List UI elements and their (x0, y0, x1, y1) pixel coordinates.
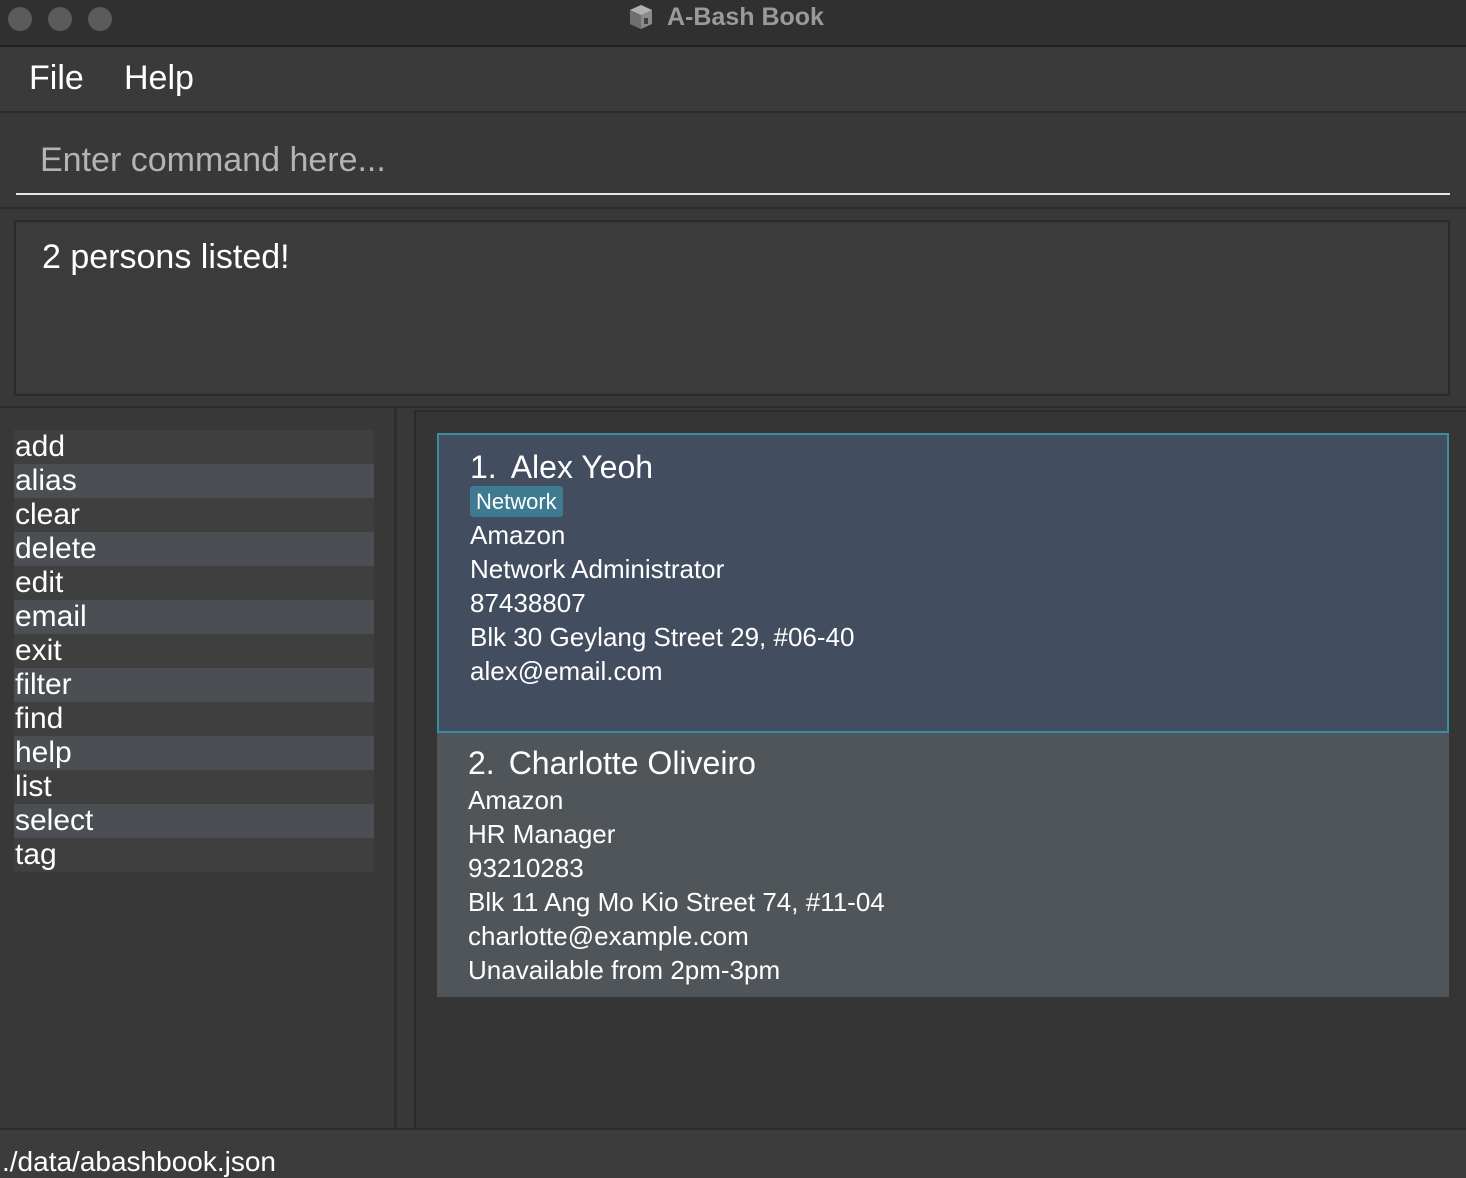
app-icon (630, 5, 652, 29)
menu-file[interactable]: File (29, 59, 84, 98)
command-list-item-delete[interactable]: delete (14, 532, 374, 566)
person-name-line: 1. Alex Yeoh (470, 449, 653, 486)
result-display: 2 persons listed! (14, 220, 1450, 396)
status-bar: ./data/abashbook.json (0, 1128, 1466, 1178)
command-list-item-tag[interactable]: tag (14, 838, 374, 872)
window-title: A-Bash Book (667, 3, 824, 31)
person-company: Amazon (470, 520, 566, 550)
menu-bar: File Help (0, 47, 1466, 113)
person-phone: 87438807 (470, 588, 586, 618)
person-index: 2. (468, 745, 495, 781)
command-list-item-alias[interactable]: alias (14, 464, 374, 498)
person-list: 1. Alex Yeoh Network Amazon Network Admin… (414, 410, 1466, 1128)
command-list-item-help[interactable]: help (14, 736, 374, 770)
command-list-item-edit[interactable]: edit (14, 566, 374, 600)
divider (0, 406, 1466, 408)
person-job-title: Network Administrator (470, 554, 725, 584)
person-email: charlotte@example.com (468, 921, 749, 951)
person-phone: 93210283 (468, 853, 584, 883)
command-list-item-clear[interactable]: clear (14, 498, 374, 532)
zoom-window-button[interactable] (88, 7, 112, 31)
person-email: alex@email.com (470, 656, 663, 686)
command-list-item-add[interactable]: add (14, 430, 374, 464)
minimize-window-button[interactable] (48, 7, 72, 31)
close-window-button[interactable] (8, 7, 32, 31)
command-list-item-select[interactable]: select (14, 804, 374, 838)
person-name: Charlotte Oliveiro (508, 745, 756, 781)
split-pane-divider[interactable] (394, 408, 397, 1128)
command-list-item-list[interactable]: list (14, 770, 374, 804)
menu-help[interactable]: Help (124, 59, 194, 98)
person-index: 1. (470, 449, 497, 485)
save-location: ./data/abashbook.json (2, 1146, 276, 1177)
app-window: A-Bash Book File Help 2 persons listed! … (0, 0, 1466, 1178)
person-name-line: 2. Charlotte Oliveiro (468, 745, 756, 782)
command-box (0, 115, 1466, 209)
person-address: Blk 11 Ang Mo Kio Street 74, #11-04 (468, 887, 885, 917)
command-list-item-find[interactable]: find (14, 702, 374, 736)
command-input[interactable] (16, 127, 1450, 195)
person-card[interactable]: 1. Alex Yeoh Network Amazon Network Admin… (437, 433, 1449, 733)
person-name: Alex Yeoh (510, 449, 654, 485)
command-list: add alias clear delete edit email exit f… (14, 430, 374, 872)
person-tag: Network (470, 486, 563, 517)
person-company: Amazon (468, 785, 564, 815)
command-list-item-exit[interactable]: exit (14, 634, 374, 668)
person-address: Blk 30 Geylang Street 29, #06-40 (470, 622, 855, 652)
person-remark: Unavailable from 2pm-3pm (468, 955, 781, 985)
command-list-item-email[interactable]: email (14, 600, 374, 634)
person-job-title: HR Manager (468, 819, 616, 849)
result-message: 2 persons listed! (42, 238, 290, 276)
command-list-item-filter[interactable]: filter (14, 668, 374, 702)
person-card[interactable]: 2. Charlotte Oliveiro Amazon HR Manager 9… (437, 733, 1449, 997)
title-bar: A-Bash Book (0, 0, 1466, 47)
